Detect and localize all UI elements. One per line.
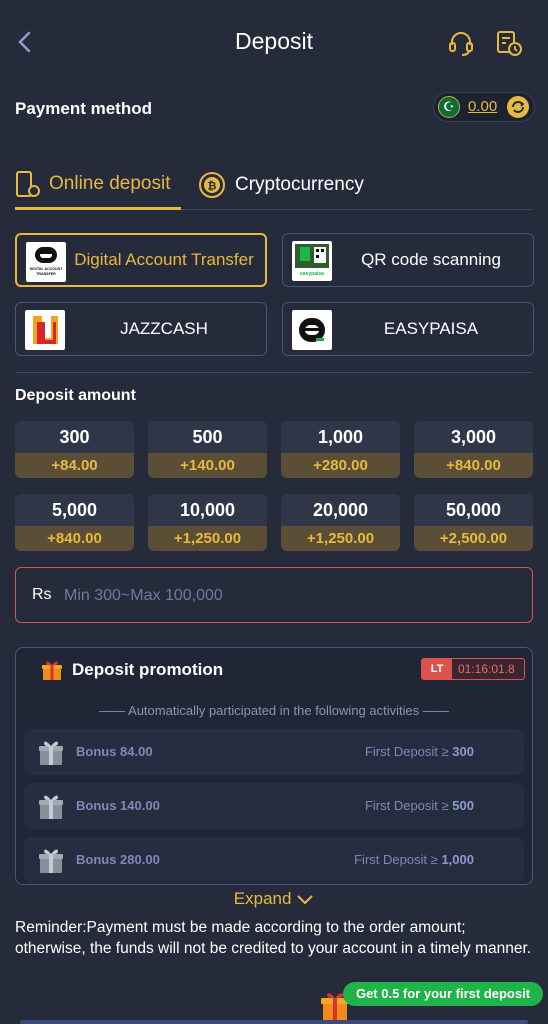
balance-value: 0.00 — [468, 98, 498, 115]
amount-input[interactable] — [64, 578, 504, 614]
amount-option[interactable]: 500 +140.00 — [148, 421, 267, 478]
limited-time-badge: LT 01:16:01.8 — [421, 658, 525, 680]
deposit-promotion-panel: Deposit promotion LT 01:16:01.8 —— Autom… — [15, 647, 533, 885]
amount-value: 5,000 — [15, 494, 134, 526]
balance-pill: 0.00 — [433, 92, 535, 122]
promotion-bonus: Bonus 84.00 — [76, 744, 153, 759]
easypaisa-icon — [299, 318, 325, 342]
headset-icon — [449, 32, 473, 56]
first-deposit-banner[interactable]: Get 0.5 for your first deposit — [343, 982, 543, 1006]
lt-label: LT — [422, 659, 452, 679]
section-divider — [15, 372, 533, 373]
qr-code-logo: easypaisa — [292, 241, 332, 281]
amount-value: 10,000 — [148, 494, 267, 526]
amount-bonus: +840.00 — [414, 453, 533, 478]
gift-icon — [42, 661, 62, 680]
method-label: EASYPAISA — [383, 319, 479, 338]
amount-option[interactable]: 10,000 +1,250.00 — [148, 494, 267, 551]
svg-text:₿: ₿ — [208, 181, 217, 193]
deposit-amount-title: Deposit amount — [15, 387, 136, 404]
amount-option[interactable]: 20,000 +1,250.00 — [281, 494, 400, 551]
method-qr-code-scanning[interactable]: easypaisa QR code scanning — [282, 233, 534, 287]
amount-input-box: Rs — [15, 567, 533, 623]
amount-bonus: +2,500.00 — [414, 526, 533, 551]
amount-option[interactable]: 50,000 +2,500.00 — [414, 494, 533, 551]
amount-option[interactable]: 3,000 +840.00 — [414, 421, 533, 478]
payment-method-row: Payment method 0.00 — [15, 92, 535, 122]
jazzcash-logo — [25, 310, 65, 350]
history-record-icon — [497, 31, 522, 56]
svg-text:easypaisa: easypaisa — [300, 271, 324, 277]
jazzcash-icon — [33, 316, 58, 344]
amount-option[interactable]: 300 +84.00 — [15, 421, 134, 478]
bottom-bar — [20, 1020, 528, 1024]
promotion-item: Bonus 280.00 First Deposit ≥ 1,000 — [24, 837, 524, 883]
amount-option[interactable]: 1,000 +280.00 — [281, 421, 400, 478]
amount-value: 50,000 — [414, 494, 533, 526]
payment-reminder: Reminder:Payment must be made according … — [15, 919, 532, 957]
amount-bonus: +840.00 — [15, 526, 134, 551]
promotion-item: Bonus 140.00 First Deposit ≥ 500 — [24, 783, 524, 829]
tab-cryptocurrency-label: Cryptocurrency — [235, 174, 364, 195]
method-jazzcash[interactable]: JAZZCASH — [15, 302, 267, 356]
amount-value: 500 — [148, 421, 267, 453]
amount-bonus: +1,250.00 — [281, 526, 400, 551]
promotion-condition: First Deposit ≥ 500 — [364, 798, 474, 813]
gift-box-icon — [39, 741, 63, 765]
refresh-balance-button[interactable] — [507, 96, 529, 118]
amount-value: 300 — [15, 421, 134, 453]
countdown-timer: 01:16:01.8 — [458, 662, 515, 676]
tab-online-deposit-label: Online deposit — [49, 172, 171, 194]
amount-bonus: +140.00 — [148, 453, 267, 478]
promotion-bonus: Bonus 140.00 — [76, 798, 160, 813]
expand-label: Expand — [233, 889, 292, 908]
method-label: QR code scanning — [361, 250, 501, 269]
chevron-down-icon — [297, 894, 313, 904]
phone-payment-icon — [16, 170, 40, 197]
bitcoin-icon: ₿ — [199, 172, 225, 198]
deposit-type-tabs: Online deposit ₿ Cryptocurrency — [15, 160, 533, 210]
tab-cryptocurrency[interactable]: ₿ Cryptocurrency — [197, 160, 364, 210]
svg-text:DIGITAL ACCOUNT: DIGITAL ACCOUNT — [30, 267, 64, 271]
promotion-item: Bonus 84.00 First Deposit ≥ 300 — [24, 729, 524, 775]
promotion-subtitle: —— Automatically participated in the fol… — [99, 703, 449, 718]
promotion-condition: First Deposit ≥ 300 — [364, 744, 474, 759]
amount-value: 20,000 — [281, 494, 400, 526]
gift-box-icon — [39, 795, 63, 819]
deposit-history-button[interactable] — [494, 28, 524, 58]
tab-online-deposit[interactable]: Online deposit — [15, 160, 181, 210]
easypaisa-logo — [292, 310, 332, 350]
method-label: Digital Account Transfer — [74, 250, 254, 269]
qr-code-icon: easypaisa — [295, 244, 329, 277]
pakistan-flag-icon — [438, 96, 460, 118]
gift-box-icon — [39, 849, 63, 873]
svg-text:TRANSFER: TRANSFER — [36, 272, 56, 276]
amount-value: 3,000 — [414, 421, 533, 453]
promotion-bonus: Bonus 280.00 — [76, 852, 160, 867]
amount-bonus: +1,250.00 — [148, 526, 267, 551]
promotion-title: Deposit promotion — [72, 660, 224, 679]
digital-transfer-logo-icon: DIGITAL ACCOUNT TRANSFER — [30, 247, 64, 276]
refresh-icon — [512, 101, 525, 113]
promotion-condition: First Deposit ≥ 1,000 — [354, 852, 474, 867]
method-label: JAZZCASH — [120, 319, 208, 338]
method-digital-account-transfer[interactable]: DIGITAL ACCOUNT TRANSFER Digital Account… — [15, 233, 267, 287]
amount-value: 1,000 — [281, 421, 400, 453]
amount-bonus: +84.00 — [15, 453, 134, 478]
header-bar: Deposit — [0, 0, 548, 84]
payment-method-title: Payment method — [15, 99, 152, 118]
digital-account-transfer-logo: DIGITAL ACCOUNT TRANSFER — [26, 242, 66, 282]
amount-option[interactable]: 5,000 +840.00 — [15, 494, 134, 551]
expand-button[interactable]: Expand — [0, 889, 548, 909]
amount-bonus: +280.00 — [281, 453, 400, 478]
customer-service-button[interactable] — [446, 28, 476, 58]
currency-label: Rs — [32, 586, 52, 603]
method-easypaisa[interactable]: EASYPAISA — [282, 302, 534, 356]
